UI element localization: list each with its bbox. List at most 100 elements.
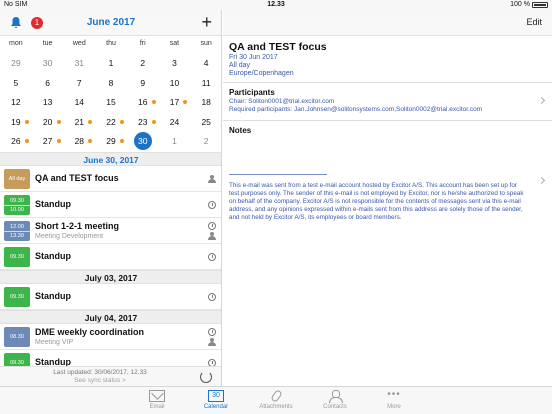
day-number: 28 [74, 136, 85, 146]
divider [223, 82, 552, 83]
day-cell[interactable]: 12 [0, 95, 32, 115]
day-cell[interactable]: 24 [159, 115, 191, 135]
agenda-event-row[interactable]: 08.30 DME weekly coordination Meeting VIP [0, 324, 221, 350]
day-cell[interactable]: 19 [0, 115, 32, 135]
event-title: Short 1-2-1 meeting [35, 221, 120, 231]
day-cell[interactable]: 15 [95, 95, 127, 115]
day-cell[interactable]: 21 [63, 115, 95, 135]
agenda-event-row[interactable]: 09.30 Standup [0, 244, 221, 270]
refresh-icon[interactable] [200, 371, 212, 383]
chip-time-label: 09.30 [10, 254, 24, 260]
day-cell[interactable]: 2 [127, 56, 159, 76]
agenda-event-row[interactable]: All day QA and TEST focus [0, 166, 221, 192]
month-title[interactable]: June 2017 [0, 17, 221, 28]
weekday-header: mon tue wed thu fri sat sun [0, 40, 221, 50]
paperclip-icon [269, 389, 283, 403]
day-cell[interactable]: 31 [63, 56, 95, 76]
agenda-event-row[interactable]: 09.30 Standup [0, 284, 221, 310]
day-number: 13 [42, 97, 53, 107]
event-dot-icon [24, 119, 29, 124]
day-number: 20 [42, 116, 53, 127]
day-cell[interactable]: 11 [190, 76, 221, 96]
agenda-event-row[interactable]: 12.00 13.30 Short 1-2-1 meeting Meeting Dev… [0, 218, 221, 244]
day-cell[interactable]: 2 [190, 134, 221, 154]
event-dot-icon [88, 139, 93, 143]
chip-time-label: All day [8, 176, 26, 182]
notes-separator-line [229, 174, 327, 175]
day-cell[interactable]: 3 [159, 56, 191, 76]
participants-chair[interactable]: Chair: Soliton0001@trial.excitor.com [229, 98, 334, 105]
day-cell[interactable]: 28 [63, 134, 95, 154]
weekday-label: sun [200, 40, 212, 47]
day-number: 3 [172, 58, 177, 68]
agenda-date-header: July 03, 2017 [0, 270, 221, 284]
day-number: 7 [76, 77, 82, 88]
day-cell[interactable]: 22 [95, 115, 127, 135]
chevron-right-icon[interactable] [537, 96, 546, 105]
tab-attachments[interactable]: Attachments [256, 389, 296, 410]
day-cell[interactable]: 18 [190, 95, 221, 115]
calendar-icon: 30 [208, 390, 224, 402]
selected-day-cell[interactable]: 30 [127, 132, 159, 154]
day-cell[interactable]: 27 [32, 134, 64, 154]
day-cell[interactable]: 29 [0, 56, 32, 76]
participants-required[interactable]: Required participants: Jan.Johnsen@solit… [229, 106, 482, 113]
month-grid: 29 30 31 1 2 3 4 5 6 7 8 9 10 11 12 13 14 15 16 17 18 19 20 21 2… [0, 56, 221, 154]
day-cell[interactable]: 30 [32, 56, 64, 76]
day-cell[interactable]: 16 [127, 95, 159, 115]
day-number: 2 [140, 58, 146, 68]
event-timezone: Europe/Copenhagen [229, 70, 294, 77]
day-cell[interactable]: 10 [159, 76, 191, 96]
event-time-chip: 08.30 [4, 327, 30, 347]
day-cell[interactable]: 13 [32, 95, 64, 115]
day-number: 12 [11, 97, 21, 107]
tab-calendar[interactable]: 30 Calendar [196, 390, 236, 410]
day-cell[interactable]: 20 [32, 115, 64, 135]
day-number: 29 [11, 58, 21, 68]
event-dot-icon [120, 119, 125, 124]
event-time-chip: 12.00 13.30 [4, 221, 30, 241]
event-dot-icon [88, 119, 93, 124]
edit-button[interactable]: Edit [526, 17, 542, 27]
participants-heading[interactable]: Participants [229, 88, 275, 97]
day-number: 1 [172, 136, 177, 146]
tab-contacts[interactable]: Contacts [315, 390, 355, 410]
day-cell[interactable]: 5 [0, 76, 32, 96]
day-cell[interactable]: 4 [190, 56, 221, 76]
tab-label: Contacts [323, 404, 347, 410]
sync-footer: Last updated: 30/06/2017, 12.33 See sync… [0, 366, 221, 386]
agenda-event-row[interactable]: 09.30 10.00 Standup [0, 192, 221, 218]
day-cell[interactable]: 9 [127, 76, 159, 96]
day-number: 23 [138, 116, 148, 127]
day-number: 1 [108, 58, 114, 68]
day-cell[interactable]: 17 [159, 95, 191, 115]
status-bar: No SIM 12.33 100 % [0, 0, 552, 10]
weekday-label: thu [106, 40, 116, 47]
chip-time-label: 08.30 [10, 334, 24, 340]
day-cell[interactable]: 1 [159, 134, 191, 154]
agenda-date-header: June 30, 2017 [0, 152, 221, 166]
day-cell[interactable]: 25 [190, 115, 221, 135]
day-number: 6 [45, 77, 50, 88]
tab-email[interactable]: Email [137, 390, 177, 410]
day-number: 15 [106, 97, 116, 107]
day-cell[interactable]: 1 [95, 56, 127, 76]
event-date: Fri 30 Jun 2017 [229, 54, 278, 61]
day-number: 30 [133, 132, 152, 150]
day-number: 17 [169, 97, 180, 107]
day-number: 22 [106, 116, 116, 127]
day-cell[interactable]: 7 [63, 76, 95, 96]
chevron-right-icon[interactable] [537, 176, 546, 185]
chip-end-time: 13.30 [4, 231, 30, 239]
sync-status-link[interactable]: See sync status > [0, 377, 200, 384]
tab-more[interactable]: ••• More [374, 390, 414, 411]
day-number: 4 [203, 58, 209, 68]
day-cell[interactable]: 8 [95, 76, 127, 96]
day-number: 9 [140, 77, 146, 88]
day-cell[interactable]: 6 [32, 76, 64, 96]
day-cell[interactable]: 14 [63, 95, 95, 115]
day-number: 21 [74, 116, 85, 127]
add-event-button[interactable]: + [201, 12, 212, 32]
day-cell[interactable]: 26 [0, 134, 32, 154]
day-cell[interactable]: 29 [95, 134, 127, 154]
